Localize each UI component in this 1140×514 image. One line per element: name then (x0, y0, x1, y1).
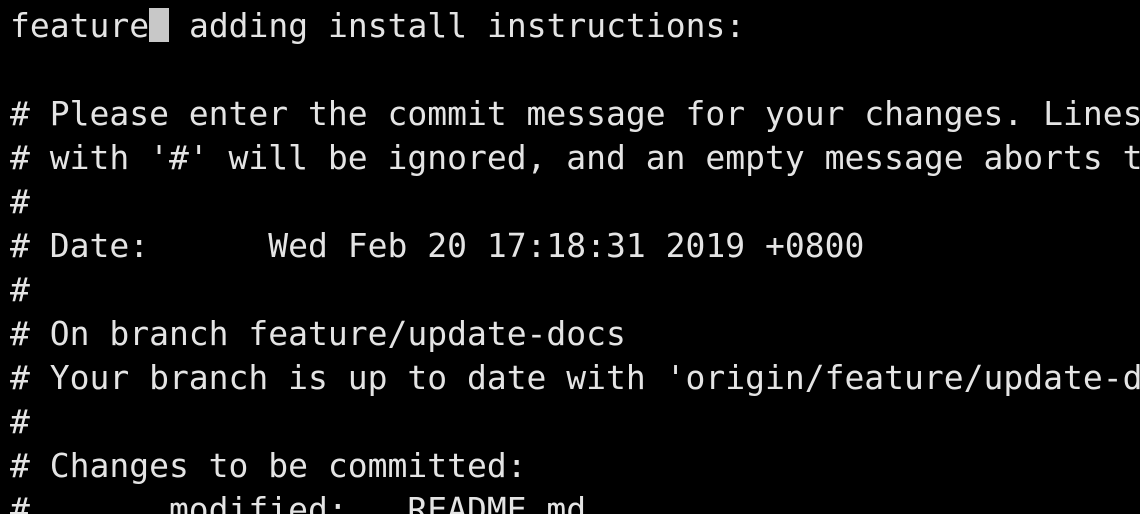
comment-line-empty: # (10, 402, 30, 441)
comment-line-instructions-2: # with '#' will be ignored, and an empty… (10, 138, 1140, 177)
comment-line-instructions-1: # Please enter the commit message for yo… (10, 94, 1140, 133)
comment-line-empty: # (10, 182, 30, 221)
subject-text-after-cursor: adding install instructions: (169, 6, 746, 45)
subject-text-before-cursor: feature (10, 6, 150, 45)
comment-line-upstream-status: # Your branch is up to date with 'origin… (10, 358, 1140, 397)
commit-message-editor[interactable]: feature adding install instructions: # P… (10, 4, 1140, 514)
text-cursor (149, 8, 170, 42)
terminal-window[interactable]: feature adding install instructions: # P… (0, 0, 1140, 514)
comment-line-date: # Date: Wed Feb 20 17:18:31 2019 +0800 (10, 226, 865, 265)
comment-line-modified-file: # modified: README.md (10, 490, 587, 514)
comment-line-changes-header: # Changes to be committed: (10, 446, 527, 485)
comment-line-empty: # (10, 270, 30, 309)
comment-line-branch: # On branch feature/update-docs (10, 314, 626, 353)
commit-subject-line[interactable]: feature adding install instructions: (10, 4, 1140, 48)
